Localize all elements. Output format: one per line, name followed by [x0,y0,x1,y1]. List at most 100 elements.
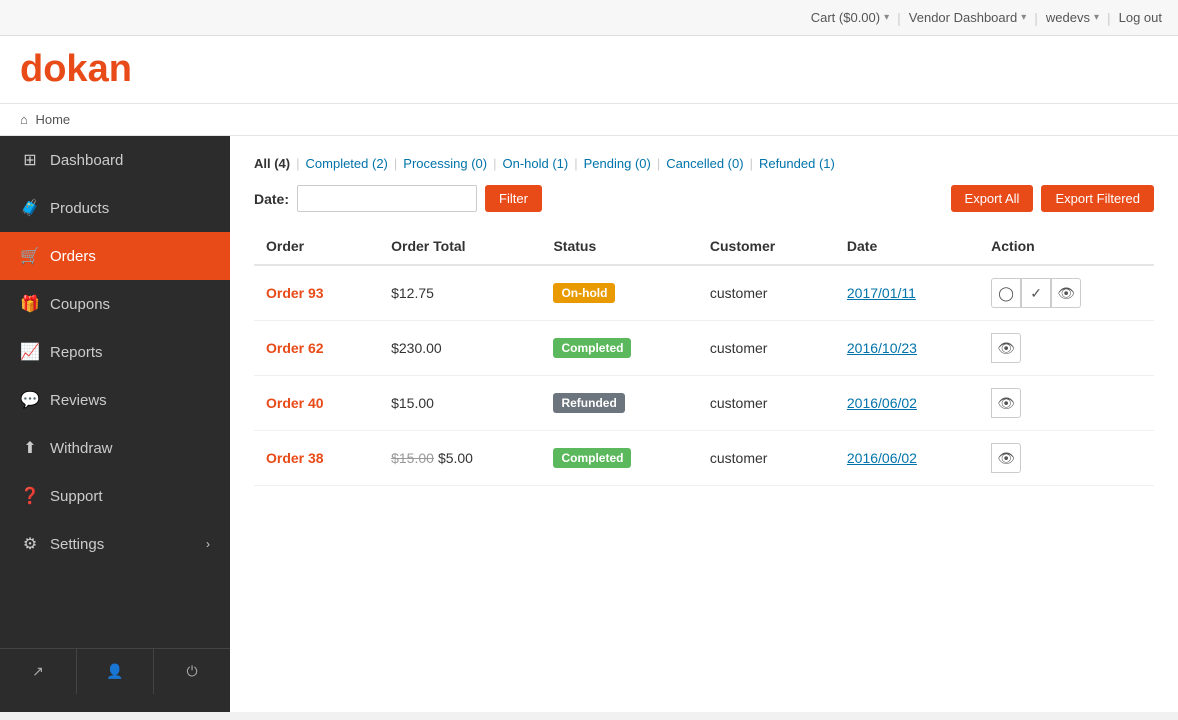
process-button[interactable]: ◯ [991,278,1021,308]
order-actions: 👁 [979,431,1154,486]
status-badge: Completed [553,338,631,358]
col-order: Order [254,228,379,265]
cart-menu[interactable]: Cart ($0.00) ▾ [811,10,889,25]
order-total: $12.75 [379,265,541,321]
table-row: Order 62 $230.00 Completed customer 2016/10/… [254,321,1154,376]
orders-icon: 🛒 [20,246,40,266]
table-row: Order 38 $15.00$5.00 Completedcustomer 2016… [254,431,1154,486]
sidebar-bottom: ↗ 👤 ⏻ [0,648,230,694]
filter-tab-pending[interactable]: Pending (0) [584,156,651,171]
sidebar-item-label: Reports [50,344,103,361]
table-row: Order 40$15.00Refundedcustomer2016/06/02… [254,376,1154,431]
col-status: Status [541,228,697,265]
products-icon: 🧳 [20,198,40,218]
export-filtered-button[interactable]: Export Filtered [1041,185,1154,212]
sidebar-item-label: Orders [50,248,96,265]
sidebar-item-withdraw[interactable]: ⬆ Withdraw [0,424,230,472]
user-profile-button[interactable]: 👤 [77,649,154,694]
filter-tab-onhold[interactable]: On-hold (1) [502,156,568,171]
home-icon: ⌂ [20,112,28,127]
user-menu[interactable]: wedevs ▾ [1046,10,1099,25]
filter-tab-all[interactable]: All (4) [254,156,290,171]
sidebar-item-reviews[interactable]: 💬 Reviews [0,376,230,424]
date-label: Date: [254,191,289,207]
sidebar-item-label: Withdraw [50,440,113,457]
order-status: Completed [541,431,697,486]
vendor-label: Vendor Dashboard [909,10,1017,25]
main-layout: ⊞ Dashboard 🧳 Products 🛒 Orders 🎁 Coupon… [0,136,1178,712]
filter-tabs: All (4) | Completed (2) | Processing (0)… [254,156,1154,171]
sidebar-item-label: Settings [50,536,104,553]
divider-2: | [1034,10,1038,26]
order-date: 2016/06/02 [835,431,979,486]
order-status: Completed [541,321,697,376]
price-discounted: $5.00 [438,450,473,466]
sidebar-item-products[interactable]: 🧳 Products [0,184,230,232]
support-icon: ❓ [20,486,40,506]
orders-table: Order Order Total Status Customer Date A… [254,228,1154,486]
order-status: Refunded [541,376,697,431]
export-all-button[interactable]: Export All [951,185,1034,212]
view-button[interactable]: 👁 [991,388,1021,418]
order-total: $230.00 [379,321,541,376]
logo: dokan [20,48,1158,91]
logo-letter: d [20,48,43,90]
order-customer: customer [698,321,835,376]
complete-button[interactable]: ✓ [1021,278,1051,308]
date-link[interactable]: 2016/10/23 [847,340,917,356]
sidebar-item-label: Products [50,200,109,217]
filter-tab-processing[interactable]: Processing (0) [403,156,487,171]
logout-button[interactable]: Log out [1119,10,1162,25]
filter-tab-cancelled[interactable]: Cancelled (0) [666,156,743,171]
order-link[interactable]: Order 62 [266,340,324,356]
user-label: wedevs [1046,10,1090,25]
date-link[interactable]: 2016/06/02 [847,450,917,466]
sidebar-item-reports[interactable]: 📈 Reports [0,328,230,376]
export-group: Export All Export Filtered [943,185,1154,212]
col-customer: Customer [698,228,835,265]
col-date: Date [835,228,979,265]
order-date: 2017/01/11 [835,265,979,321]
view-button[interactable]: 👁 [1051,278,1081,308]
power-icon: ⏻ [186,663,197,680]
external-link-button[interactable]: ↗ [0,649,77,694]
power-button[interactable]: ⏻ [154,649,230,694]
sidebar-item-support[interactable]: ❓ Support [0,472,230,520]
vendor-dashboard-menu[interactable]: Vendor Dashboard ▾ [909,10,1026,25]
sidebar-item-orders[interactable]: 🛒 Orders [0,232,230,280]
breadcrumb: ⌂ Home [0,104,1178,136]
filter-button[interactable]: Filter [485,185,542,212]
order-actions: 👁 [979,321,1154,376]
order-customer: customer [698,265,835,321]
order-total: $15.00 [379,376,541,431]
sidebar-item-coupons[interactable]: 🎁 Coupons [0,280,230,328]
status-badge: Refunded [553,393,624,413]
view-button[interactable]: 👁 [991,443,1021,473]
reports-icon: 📈 [20,342,40,362]
home-link[interactable]: Home [35,112,70,127]
date-link[interactable]: 2016/06/02 [847,395,917,411]
sidebar-item-settings[interactable]: ⚙ Settings › [0,520,230,568]
order-link[interactable]: Order 93 [266,285,324,301]
filter-tab-refunded[interactable]: Refunded (1) [759,156,835,171]
order-customer: customer [698,431,835,486]
cart-arrow: ▾ [884,12,889,23]
order-actions: ◯✓👁 [979,265,1154,321]
user-arrow: ▾ [1094,12,1099,23]
price-original: $15.00 [391,450,434,466]
vendor-arrow: ▾ [1021,12,1026,23]
sidebar-item-label: Coupons [50,296,110,313]
withdraw-icon: ⬆ [20,438,40,458]
order-link[interactable]: Order 38 [266,450,324,466]
date-input[interactable] [297,185,477,212]
view-button[interactable]: 👁 [991,333,1021,363]
filter-tab-completed[interactable]: Completed (2) [306,156,388,171]
logo-rest: okan [43,48,132,90]
order-link[interactable]: Order 40 [266,395,324,411]
sidebar-item-label: Dashboard [50,152,123,169]
sidebar-item-dashboard[interactable]: ⊞ Dashboard [0,136,230,184]
settings-icon: ⚙ [20,534,40,554]
sidebar-item-label: Support [50,488,103,505]
date-filter-bar: Date: Filter Export All Export Filtered [254,185,1154,212]
date-link[interactable]: 2017/01/11 [847,285,916,301]
